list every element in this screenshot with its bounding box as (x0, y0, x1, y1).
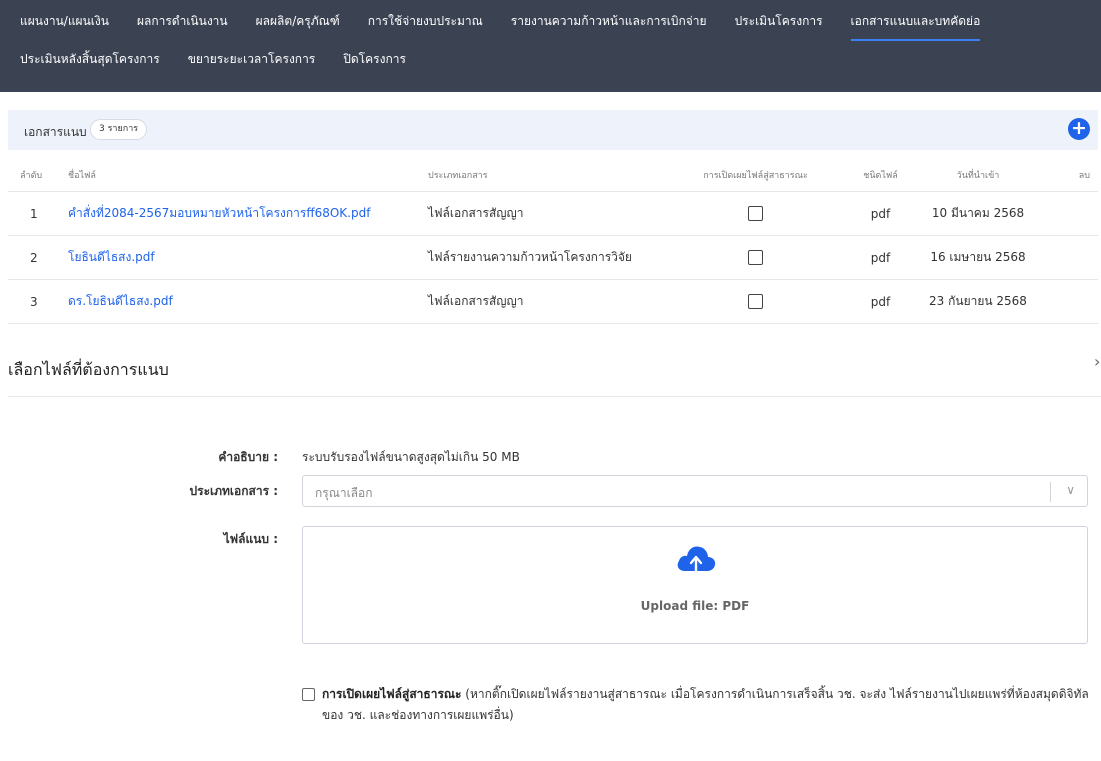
file-link[interactable]: โยธินดีไธสง.pdf (68, 250, 155, 264)
nav-row-secondary: ประเมินหลังสิ้นสุดโครงการ ขยายระยะเวลาโค… (20, 50, 406, 77)
upload-text: Upload file: PDF (640, 599, 750, 613)
nav-tab-results[interactable]: ผลการดำเนินงาน (137, 12, 228, 41)
count-badge: 3 รายการ (90, 119, 148, 140)
description-label: คำอธิบาย : (218, 450, 278, 464)
nav-tab-extend-period[interactable]: ขยายระยะเวลาโครงการ (188, 50, 316, 77)
row-doc-type: ไฟล์เอกสารสัญญา (428, 206, 524, 220)
plus-circle-icon: + (1071, 117, 1087, 139)
nav-tab-budget[interactable]: การใช้จ่ายงบประมาณ (368, 12, 483, 41)
select-separator (1050, 482, 1051, 502)
row-no: 3 (30, 294, 38, 309)
col-header-name: ชื่อไฟล์ (68, 170, 96, 181)
cloud-upload-icon (677, 546, 716, 575)
chevron-right-icon[interactable]: › (1094, 352, 1100, 371)
table-row: 3 ดร.โยธินดีไธสง.pdf ไฟล์เอกสารสัญญา pdf… (8, 280, 1098, 324)
table-row: 2 โยธินดีไธสง.pdf ไฟล์รายงานความก้าวหน้า… (8, 236, 1098, 280)
public-checkbox[interactable] (748, 250, 763, 265)
file-label: ไฟล์แนบ : (223, 532, 278, 546)
row-doc-type: ไฟล์รายงานความก้าวหน้าโครงการวิจัย (428, 250, 632, 264)
row-date: 10 มีนาคม 2568 (931, 206, 1025, 220)
file-link[interactable]: ดร.โยธินดีไธสง.pdf (68, 294, 173, 308)
public-disclosure-label: การเปิดเผยไฟล์สู่สาธารณะ (322, 687, 462, 701)
col-header-no: ลำดับ (20, 170, 43, 181)
chevron-down-icon[interactable]: ∨ (1066, 483, 1075, 497)
row-file-type: pdf (870, 294, 891, 309)
file-upload-dropzone[interactable]: Upload file: PDF (302, 526, 1088, 644)
row-file-type: pdf (870, 250, 891, 265)
row-date: 23 กันยายน 2568 (929, 294, 1027, 308)
doc-type-select[interactable]: กรุณาเลือก ∨ (302, 475, 1088, 507)
nav-tab-outputs[interactable]: ผลผลิต/ครุภัณฑ์ (256, 12, 340, 41)
nav-tab-attachments[interactable]: เอกสารแนบและบทคัดย่อ (850, 12, 981, 41)
nav-tab-progress[interactable]: รายงานความก้าวหน้าและการเบิกจ่าย (511, 12, 707, 41)
nav-tab-evaluation[interactable]: ประเมินโครงการ (735, 12, 823, 41)
attachments-table: ลำดับ ชื่อไฟล์ ประเภทเอกสาร การเปิดเผยไฟ… (8, 158, 1098, 324)
description-text: ระบบรับรองไฟล์ขนาดสูงสุดไม่เกิน 50 MB (302, 450, 520, 464)
nav-row-primary: แผนงาน/แผนเงิน ผลการดำเนินงาน ผลผลิต/ครุ… (20, 12, 981, 41)
row-no: 2 (30, 250, 38, 265)
col-header-date: วันที่นำเข้า (956, 170, 1000, 181)
upload-section-title: เลือกไฟล์ที่ต้องการแนบ (8, 360, 169, 379)
row-doc-type: ไฟล์เอกสารสัญญา (428, 294, 524, 308)
col-header-type: ประเภทเอกสาร (428, 170, 488, 181)
doc-type-label: ประเภทเอกสาร : (189, 484, 279, 498)
top-navigation: แผนงาน/แผนเงิน ผลการดำเนินงาน ผลผลิต/ครุ… (0, 0, 1101, 92)
col-header-delete: ลบ (1078, 170, 1090, 181)
col-header-ext: ชนิดไฟล์ (863, 170, 898, 181)
attachments-header: เอกสารแนบ 3 รายการ (8, 110, 1098, 150)
section-divider (8, 396, 1101, 397)
public-disclosure-checkbox[interactable] (302, 688, 315, 701)
file-link[interactable]: คำสั่งที่2084-2567มอบหมายหัวหน้าโครงการf… (68, 206, 370, 220)
public-disclosure-text: การเปิดเผยไฟล์สู่สาธารณะ (หากติ๊กเปิดเผย… (322, 684, 1101, 726)
table-row: 1 คำสั่งที่2084-2567มอบหมายหัวหน้าโครงกา… (8, 192, 1098, 236)
public-checkbox[interactable] (748, 294, 763, 309)
row-date: 16 เมษายน 2568 (930, 250, 1026, 264)
doc-type-placeholder: กรุณาเลือก (315, 486, 373, 500)
nav-tab-plan[interactable]: แผนงาน/แผนเงิน (20, 12, 109, 41)
public-checkbox[interactable] (748, 206, 763, 221)
attachments-title: เอกสารแนบ (24, 125, 87, 139)
row-file-type: pdf (870, 206, 891, 221)
table-header: ลำดับ ชื่อไฟล์ ประเภทเอกสาร การเปิดเผยไฟ… (8, 158, 1098, 192)
add-attachment-button[interactable]: + (1068, 118, 1090, 140)
row-no: 1 (30, 206, 38, 221)
nav-tab-close-project[interactable]: ปิดโครงการ (343, 50, 406, 77)
col-header-public: การเปิดเผยไฟล์สู่สาธารณะ (703, 170, 808, 181)
nav-tab-post-evaluation[interactable]: ประเมินหลังสิ้นสุดโครงการ (20, 50, 160, 77)
